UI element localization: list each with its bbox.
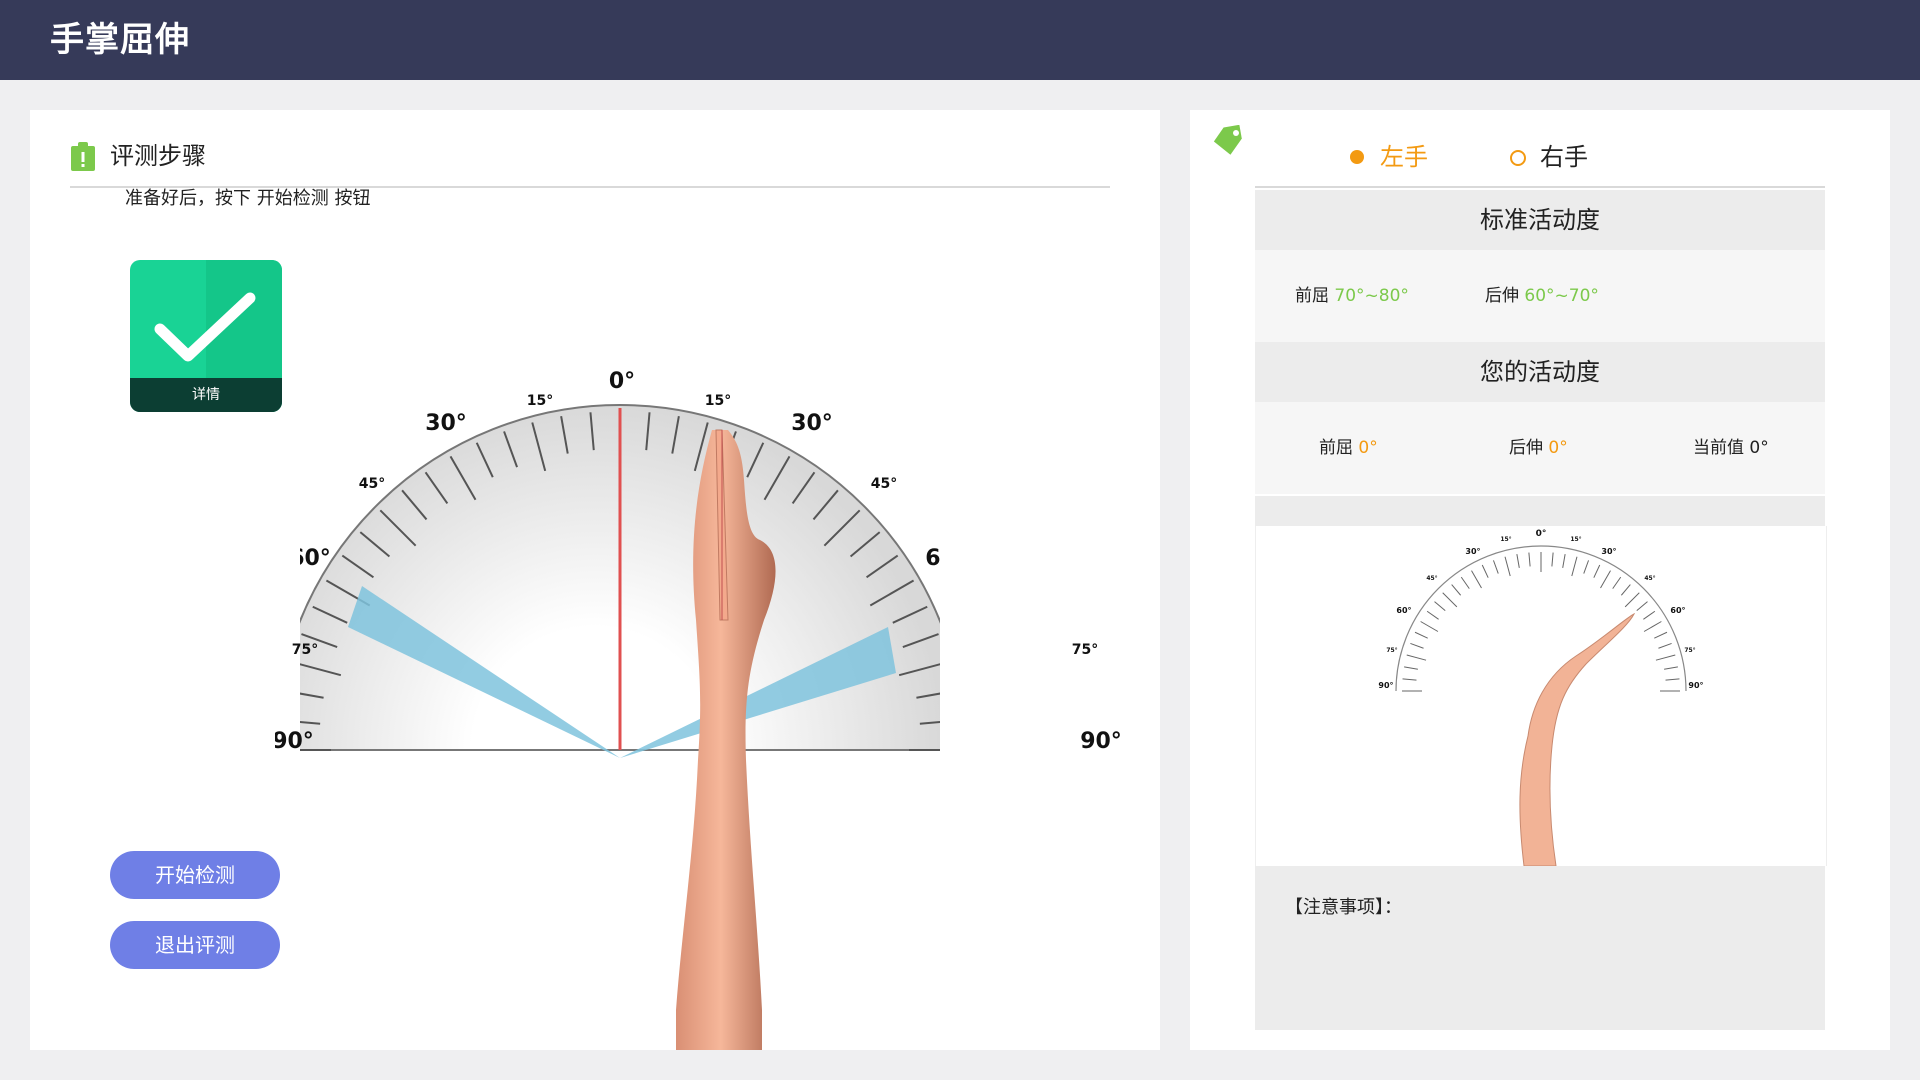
- gauge-label-15-left: 15°: [527, 393, 553, 409]
- your-flexion-value: 0°: [1358, 438, 1378, 458]
- ref-label-90-right: 90°: [1688, 681, 1703, 690]
- ref-label-30-right: 30°: [1601, 547, 1616, 556]
- reference-preview: 0° 15° 15° 30° 30° 45° 45° 60° 60° 75° 7…: [1255, 526, 1827, 867]
- right-hand-radio[interactable]: 右手: [1510, 140, 1620, 174]
- hand-selector: 左手 右手: [1255, 128, 1825, 188]
- your-extension-value: 0°: [1548, 438, 1568, 458]
- ref-label-60-right: 60°: [1670, 606, 1685, 615]
- assessment-panel: 评测步骤 准备好后，按下 开始检测 按钮 详情 0° 15° 15° 30° 3…: [30, 110, 1160, 1050]
- checkmark-icon: [154, 292, 256, 362]
- instruction-text: 准备好后，按下 开始检测 按钮: [125, 188, 371, 209]
- your-range-block: 您的活动度 前屈 0° 后伸 0° 当前值 0°: [1255, 342, 1825, 494]
- ref-label-45-right: 45°: [1644, 575, 1655, 582]
- ref-label-60-left: 60°: [1396, 606, 1411, 615]
- your-extension: 后伸 0°: [1509, 438, 1568, 458]
- gauge-label-75-left: 75°: [292, 642, 318, 658]
- ref-label-75-left: 75°: [1386, 647, 1397, 654]
- standard-extension-value: 60°~70°: [1524, 286, 1599, 306]
- ref-label-0: 0°: [1536, 529, 1547, 539]
- standard-range-block: 标准活动度 前屈 70°~80° 后伸 60°~70°: [1255, 190, 1825, 342]
- tag-icon: [1213, 125, 1242, 155]
- top-bar: 手掌屈伸: [0, 0, 1920, 80]
- start-detection-button[interactable]: 开始检测: [110, 851, 280, 899]
- ref-label-15-right: 15°: [1570, 536, 1581, 543]
- your-flexion: 前屈 0°: [1319, 438, 1378, 458]
- forearm-hand-model: [676, 429, 776, 1050]
- app-title: 手掌屈伸: [50, 20, 190, 60]
- exit-assessment-button[interactable]: 退出评测: [110, 921, 280, 969]
- standard-range-title: 标准活动度: [1255, 190, 1825, 250]
- left-hand-label: 左手: [1380, 143, 1428, 171]
- results-panel: 左手 右手 标准活动度 前屈 70°~80° 后伸 60°~70° 您的活动度 …: [1190, 110, 1890, 1050]
- radio-unselected-icon: [1510, 150, 1526, 166]
- notes-title: 【注意事项】：: [1285, 897, 1402, 918]
- gauge-label-75-right: 75°: [1072, 642, 1098, 658]
- gauge-label-30-left: 30°: [425, 411, 467, 436]
- steps-header: 评测步骤: [70, 128, 1110, 188]
- standard-extension: 后伸 60°~70°: [1485, 286, 1599, 306]
- clipboard-icon: [71, 142, 95, 171]
- gauge-label-90-right: 90°: [1080, 729, 1122, 754]
- ref-label-45-left: 45°: [1426, 575, 1437, 582]
- left-hand-radio[interactable]: 左手: [1350, 140, 1460, 174]
- notes-section: 【注意事项】：: [1255, 866, 1825, 1030]
- right-hand-label: 右手: [1540, 143, 1588, 171]
- your-range-title: 您的活动度: [1255, 342, 1825, 402]
- ref-label-15-left: 15°: [1500, 536, 1511, 543]
- ref-label-90-left: 90°: [1378, 681, 1393, 690]
- detail-card[interactable]: 详情: [130, 260, 282, 412]
- gauge-label-90-left: 90°: [275, 729, 314, 754]
- radio-selected-icon: [1350, 150, 1364, 164]
- steps-title: 评测步骤: [110, 142, 206, 170]
- current-value: 当前值 0°: [1693, 438, 1769, 458]
- standard-flexion-value: 70°~80°: [1334, 286, 1409, 306]
- ref-label-75-right: 75°: [1684, 647, 1695, 654]
- reference-gauge: 0° 15° 15° 30° 30° 45° 45° 60° 60° 75° 7…: [1378, 529, 1704, 867]
- standard-flexion: 前屈 70°~80°: [1295, 286, 1409, 306]
- ref-label-30-left: 30°: [1465, 547, 1480, 556]
- detail-label: 详情: [192, 387, 220, 403]
- current-value-number: 0°: [1749, 438, 1769, 458]
